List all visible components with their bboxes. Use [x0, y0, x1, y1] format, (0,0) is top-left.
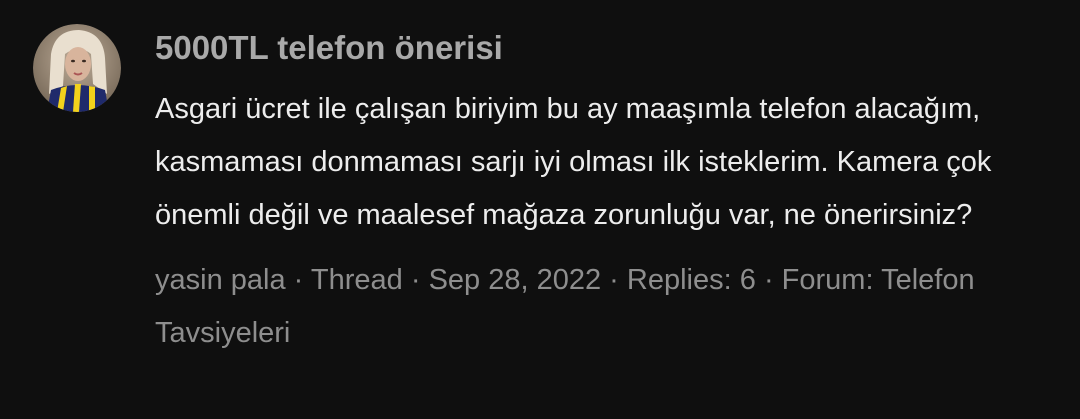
- thread-title[interactable]: 5000TL telefon önerisi: [155, 26, 1055, 70]
- meta-separator: ·: [293, 264, 304, 296]
- thread-meta: yasin pala · Thread · Sep 28, 2022 · Rep…: [155, 254, 1015, 360]
- author-link[interactable]: yasin pala: [155, 264, 286, 296]
- meta-separator: ·: [763, 264, 774, 296]
- content-type: Thread: [310, 264, 403, 296]
- forum-label: Forum:: [781, 264, 874, 296]
- meta-separator: ·: [609, 264, 619, 296]
- thread-snippet: Asgari ücret ile çalışan biriyim bu ay m…: [155, 93, 992, 231]
- replies-count: Replies: 6: [626, 264, 756, 296]
- search-result-thread[interactable]: 5000TL telefon önerisi Asgari ücret ile …: [0, 0, 1080, 419]
- thread-content: 5000TL telefon önerisi Asgari ücret ile …: [155, 26, 1055, 360]
- post-date: Sep 28, 2022: [428, 264, 602, 296]
- meta-separator: ·: [410, 264, 421, 296]
- avatar[interactable]: [33, 24, 121, 112]
- avatar-image: [33, 24, 121, 112]
